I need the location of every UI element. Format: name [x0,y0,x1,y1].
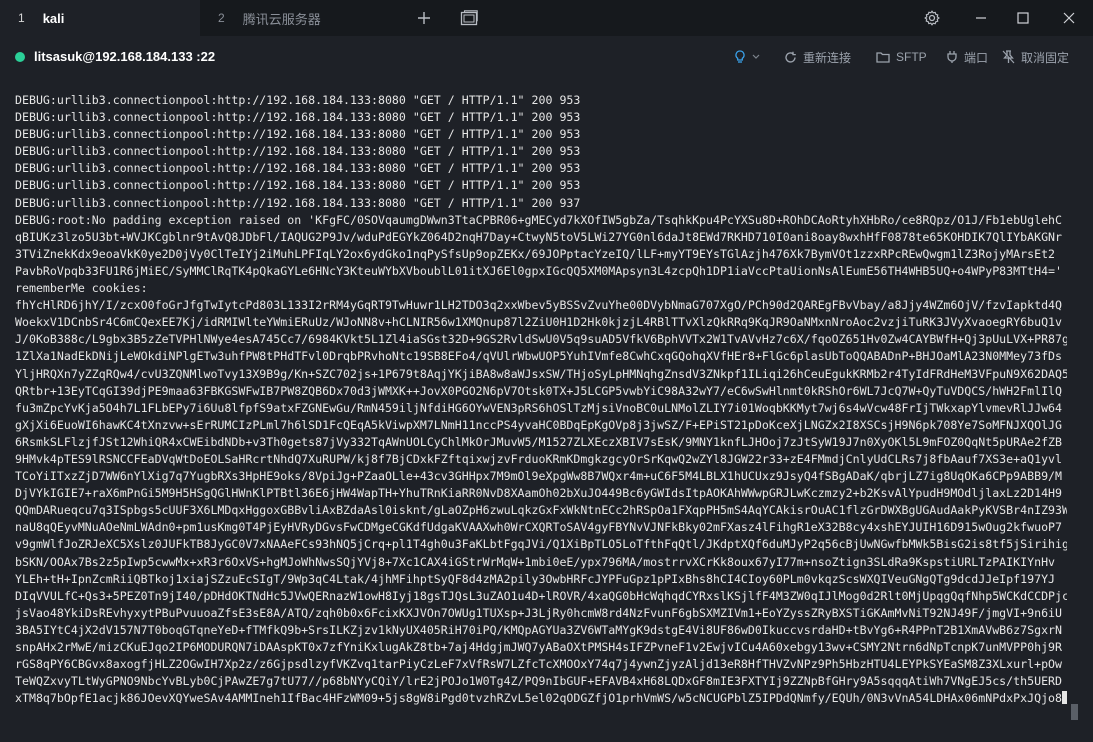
terminal-line: gXjXi6EuoWI6hawKC4tXnzvw+sErRUMCIzPLml7h… [15,417,1063,432]
connection-status-indicator [15,52,25,62]
terminal-line: DIqVVULfC+Qs3+5PEZ0Tn9jI40/pDHdOKTNdHc5J… [15,588,1067,603]
terminal-line: xTM8q7bOpfE1acjk86JOevXQYweSAv4AMMIneh1I… [15,690,1067,707]
port-button[interactable]: 端口 [946,48,988,66]
terminal-line: DEBUG:urllib3.connectionpool:http://192.… [15,144,581,159]
session-bar: litsasuk@192.168.184.133 :22 重新连接 SFTP 端… [0,36,1093,78]
terminal-line: PavbRoVpqb33FU1R6jMiEC/SyMMClRqTK4pQkaGY… [15,263,1063,278]
terminal-line: bSKN/OOAx7Bs2z5pIwp5cwwMx+xR3r6OxVS+hgMJ… [15,554,1056,569]
close-icon [1063,12,1075,24]
tab-overview-button[interactable] [455,0,483,36]
tab-index: 2 [218,11,225,25]
terminal-line: J/0KoB388c/L9gbx3B5zZeTVPHlNWye4esA745Cc… [15,332,1067,347]
unpin-label: 取消固定 [1021,50,1070,65]
unpin-icon [1002,50,1015,64]
title-bar: 1 kali 2 腾讯云服务器 [0,0,1093,36]
terminal-line: 3TViZnekKdx9eoaVkK0ye2D0jVy0ClTeIYj2iMuh… [15,246,1056,261]
minimize-icon [976,17,986,19]
tab-label: kali [42,10,65,26]
tab-index: 1 [18,11,25,25]
terminal-line: DEBUG:urllib3.connectionpool:http://192.… [15,110,581,125]
terminal-line: WoekxV1DCnbSr4C6mCQexEE7Kj/idRMIWlteYWmi… [15,315,1063,330]
plug-icon [947,51,957,63]
folder-icon [876,52,890,63]
tab-kali[interactable]: 1 kali [0,0,200,36]
port-label: 端口 [964,50,989,65]
hint-dropdown[interactable] [734,48,760,66]
reconnect-button[interactable]: 重新连接 [784,48,851,66]
terminal-line: v9gmWlfJoZRJeXC5Xslz0JUFkTB8JyGC0V7xNAAe… [15,537,1067,552]
terminal-output: DEBUG:urllib3.connectionpool:http://192.… [15,92,1067,707]
terminal-line: QQmDARueqcu7q3ISpbgs5cUUF3X6LMDqxHggoxGB… [15,503,1067,518]
terminal-line: qBIUKz3lzo5U3bt+WVJKCgblnr9tAvQ8JDbFl/IA… [15,229,1063,244]
terminal-line: snpAHx2rMwE/mizCKuEJqo2IP6MODURQN7iDAAsp… [15,640,1063,654]
terminal-cursor [1062,691,1067,705]
terminal-line: YLEh+tH+IpnZcmRiiQBTkoj1xiajSZzuEcSIgT/9… [15,571,1056,586]
terminal-line: fhYcHlRD6jhY/I/zcxO0foGrJfgTwIytcPd803L1… [15,298,1063,313]
window-list-icon [460,10,478,26]
gear-icon [924,10,940,26]
unpin-button[interactable]: 取消固定 [1002,48,1069,66]
terminal-scrollbar[interactable] [1071,704,1078,720]
terminal-line: DEBUG:urllib3.connectionpool:http://192.… [15,195,581,210]
terminal-line: 6RsmkSLFlzjfJSt12WhiQR4xCWEibdNDb+v3Th0g… [15,434,1063,449]
maximize-button[interactable] [1000,0,1046,36]
terminal-line: DEBUG:urllib3.connectionpool:http://192.… [15,127,581,142]
terminal-line: TeWQZxvyTLtWyGPNO9NbcYvBLyb0CjPAwZE7g7tU… [15,674,1063,689]
close-button[interactable] [1046,0,1092,36]
new-tab-button[interactable] [410,0,438,36]
terminal-line: fu3mZpcYvKja5O4h7L1FLbEPy7i6Uu8lfpfS9atx… [15,400,1063,415]
terminal-line: 9HMvk4pTES9lRSNCCFEaDVqWtDoEOLSaHRcrtNhd… [15,451,1063,466]
terminal-line: DEBUG:urllib3.connectionpool:http://192.… [15,178,581,193]
terminal-line: naU8qQEyvMNuAOeNmLWAdn0+pm1usKmg0T4PjEyH… [15,520,1063,535]
sftp-button[interactable]: SFTP [876,48,927,66]
terminal-line: jsVao48YkiDsREvhyxytPBuPvuuoaZfsE3sE8A/A… [15,605,1063,620]
reconnect-label: 重新连接 [803,50,852,65]
tab-label: 腾讯云服务器 [242,11,321,27]
terminal-line: 1ZlXa1NadEkDNijLeWOkdiNPlgETw3uhfPW8tPHd… [15,349,1063,364]
terminal-line: TCoYiITxzZjD7WW6nYlXig7q7YugbRXs3HpHE9ok… [15,469,1063,484]
plus-icon [418,12,430,24]
settings-button[interactable] [918,0,946,36]
chevron-down-icon [752,54,760,59]
tab-tencent-cloud-server[interactable]: 2 腾讯云服务器 [200,0,400,36]
maximize-icon [1017,12,1029,24]
terminal-line: DEBUG:urllib3.connectionpool:http://192.… [15,93,581,107]
terminal-line: DEBUG:root:No padding exception raised o… [15,212,1063,227]
terminal-line: DEBUG:urllib3.connectionpool:http://192.… [15,161,581,176]
terminal-line: rememberMe cookies: [15,281,148,296]
terminal-line: DjVYkIGIE7+raX6mPnGi5M9H5HSgQGlHWnKlPTBt… [15,486,1063,501]
session-host: litsasuk@192.168.184.133 :22 [34,49,216,64]
refresh-icon [785,51,796,63]
terminal-line: QRtbr+13EyTCqGI39djPE9maa63FBKGSWFwIB7PW… [15,383,1063,398]
terminal-line: rGS8qPY6CBGvx8axogfjHLZ2OGwIH7Xp2z/z6Gjp… [15,657,1063,672]
sftp-label: SFTP [896,50,927,64]
minimize-button[interactable] [958,0,1004,36]
lightbulb-icon [735,50,745,63]
terminal-line: YljHRQXn7yZZqRQw4/cvU3ZQNMlwoTvy13X9B9g/… [15,366,1067,381]
terminal-pane[interactable]: DEBUG:urllib3.connectionpool:http://192.… [0,78,1093,742]
terminal-line: 3BA5IYtC4jX2dV157N7T0boqGTqneYeD+fTMfkQ9… [15,622,1063,637]
